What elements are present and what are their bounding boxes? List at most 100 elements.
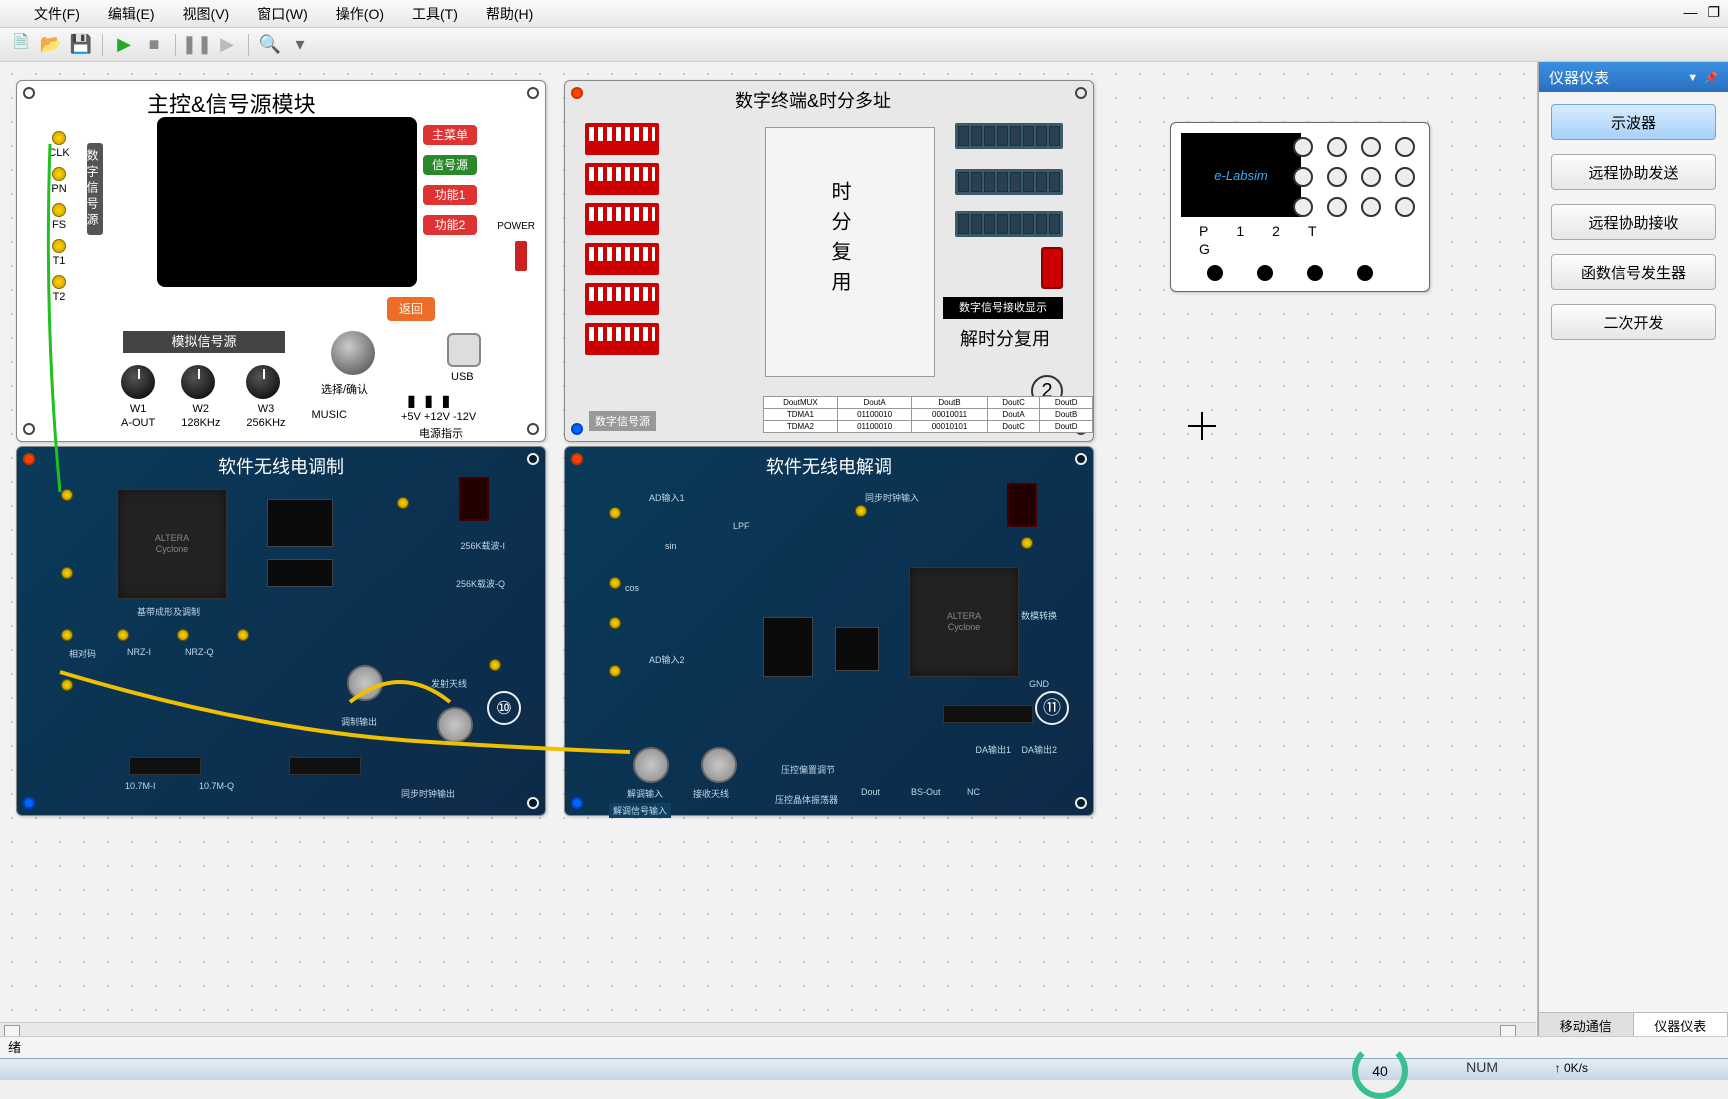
module-digital-tdma[interactable]: 数字终端&时分多址 时分复用 数字信号接收显示 解时分复用 2 数字信号源 Do… [564,80,1094,442]
coax-port[interactable] [347,665,383,701]
port[interactable] [117,629,129,641]
osc-knob[interactable] [1327,137,1347,157]
coax-port[interactable] [437,707,473,743]
port-pn[interactable] [52,167,66,181]
menu-help[interactable]: 帮助(H) [472,4,547,24]
probe-t-label: T [1308,223,1317,239]
probe-port[interactable] [1257,265,1273,281]
network-speed: ↑ 0K/s [1555,1061,1588,1075]
module1-lcd[interactable] [157,117,417,287]
play-icon[interactable]: ▶ [214,32,240,58]
open-icon[interactable]: 📂 [38,32,64,58]
port[interactable] [61,489,73,501]
status-text: 绪 [8,1040,21,1055]
port[interactable] [237,629,249,641]
port-t2[interactable] [52,275,66,289]
osc-knob[interactable] [1293,137,1313,157]
btn-func2[interactable]: 功能2 [423,215,477,235]
run-icon[interactable]: ▶ [111,32,137,58]
btn-signal-src[interactable]: 信号源 [423,155,477,175]
btn-oscilloscope[interactable]: 示波器 [1551,104,1716,140]
pause-icon[interactable]: ❚❚ [184,32,210,58]
menu-view[interactable]: 视图(V) [169,4,244,24]
port[interactable] [609,577,621,589]
osc-knob[interactable] [1395,197,1415,217]
menu-operate[interactable]: 操作(O) [322,4,398,24]
module-sdr-demodulator[interactable]: 软件无线电解调 ALTERACyclone ⑪ 解调输入 接收天线 压控晶体振荡… [564,446,1094,816]
toolbar: 🗎📂💾▶■❚❚▶🔍▾ [0,28,1728,62]
osc-knob[interactable] [1293,167,1313,187]
osc-knob[interactable] [1361,197,1381,217]
dip-switch-5[interactable] [585,283,659,315]
port[interactable] [61,567,73,579]
btn-return[interactable]: 返回 [387,297,435,321]
port[interactable] [609,665,621,677]
port[interactable] [61,629,73,641]
menu-window[interactable]: 窗口(W) [243,4,322,24]
port[interactable] [1021,537,1033,549]
maximize-icon[interactable]: ❐ [1707,4,1720,21]
port[interactable] [609,617,621,629]
dip-switch-2[interactable] [585,163,659,195]
module-signal-source[interactable]: 主控&信号源模块 主菜单 信号源 功能1 功能2 返回 POWER CLK PN… [16,80,546,442]
port[interactable] [489,659,501,671]
port[interactable] [397,497,409,509]
fpga-chip-icon: ALTERACyclone [909,567,1019,677]
save-icon[interactable]: 💾 [68,32,94,58]
workspace-canvas[interactable]: 主控&信号源模块 主菜单 信号源 功能1 功能2 返回 POWER CLK PN… [0,62,1538,1040]
menu-edit[interactable]: 编辑(E) [94,4,169,24]
port[interactable] [609,507,621,519]
btn-secondary-dev[interactable]: 二次开发 [1551,304,1716,340]
minimize-icon[interactable]: — [1683,4,1697,21]
btn-remote-send[interactable]: 远程协助发送 [1551,154,1716,190]
osc-knob[interactable] [1395,137,1415,157]
btn-main-menu[interactable]: 主菜单 [423,125,477,145]
zoom-icon[interactable]: 🔍 [257,32,283,58]
btn-func1[interactable]: 功能1 [423,185,477,205]
dip-switch-4[interactable] [585,243,659,275]
knob-w2[interactable] [181,365,215,399]
port-fs[interactable] [52,203,66,217]
dip-switch-6[interactable] [585,323,659,355]
coax-port[interactable] [701,747,737,783]
pin-header[interactable] [289,757,361,775]
dropdown-icon[interactable]: ▾ [287,32,313,58]
dropdown-icon[interactable]: ▼ 📌 [1687,71,1718,84]
osc-knob[interactable] [1293,197,1313,217]
dip-switch-1[interactable] [585,123,659,155]
menu-file[interactable]: 文件(F) [20,4,94,24]
coax-port[interactable] [633,747,669,783]
osc-knob[interactable] [1327,167,1347,187]
knob-w1[interactable] [121,365,155,399]
osc-knob[interactable] [1361,137,1381,157]
seven-segment-icon [459,477,489,521]
pcb-label: 10.7M-Q [199,781,234,791]
pin-header[interactable] [129,757,201,775]
red-toggle-switch[interactable] [1041,247,1063,289]
module-sdr-modulator[interactable]: 软件无线电调制 ALTERACyclone ⑩ 基带成形及调制 相对码 NRZ-… [16,446,546,816]
probe-port[interactable] [1307,265,1323,281]
select-confirm-knob[interactable] [331,331,375,375]
menu-tools[interactable]: 工具(T) [398,4,472,24]
osc-knob[interactable] [1361,167,1381,187]
port[interactable] [177,629,189,641]
oscilloscope-screen[interactable]: e-Labsim [1181,133,1301,217]
usb-port-icon[interactable] [447,333,481,367]
port-t1[interactable] [52,239,66,253]
port[interactable] [855,505,867,517]
new-icon[interactable]: 🗎 [8,32,34,58]
module-oscilloscope[interactable]: e-Labsim P 1 2 T G [1170,122,1430,292]
btn-remote-recv[interactable]: 远程协助接收 [1551,204,1716,240]
port-clk[interactable] [52,131,66,145]
knob-w3[interactable] [246,365,280,399]
pin-header[interactable] [943,705,1033,723]
seven-segment-icon [1007,483,1037,527]
osc-knob[interactable] [1327,197,1347,217]
btn-func-gen[interactable]: 函数信号发生器 [1551,254,1716,290]
dip-switch-3[interactable] [585,203,659,235]
probe-port[interactable] [1207,265,1223,281]
stop-icon[interactable]: ■ [141,32,167,58]
port[interactable] [61,679,73,691]
osc-knob[interactable] [1395,167,1415,187]
probe-port[interactable] [1357,265,1373,281]
